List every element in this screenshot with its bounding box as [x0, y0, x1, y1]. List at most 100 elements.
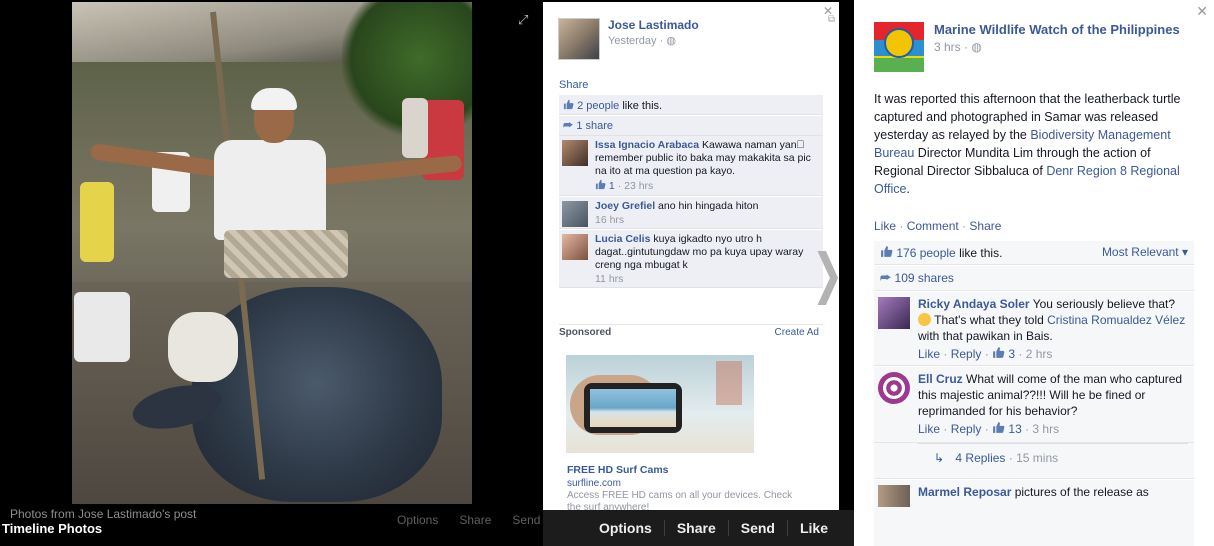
most-relevant-dropdown[interactable]: Most Relevant ▾ [1102, 245, 1188, 259]
comment-text: That's what they told [931, 313, 1048, 327]
send-button[interactable]: Send [727, 520, 787, 536]
likes-row: 176 people like this. Most Relevant ▾ [874, 241, 1194, 265]
fullscreen-icon[interactable]: ⤢ [518, 12, 532, 27]
dim-share[interactable]: Share [459, 513, 491, 527]
photo-child [402, 98, 428, 158]
avatar[interactable] [562, 234, 588, 260]
likes-count[interactable]: 2 people [577, 100, 619, 112]
likes-suffix: like this. [619, 100, 663, 112]
comment-item: Ell Cruz What will come of the man who c… [874, 367, 1194, 443]
comment-like-button[interactable]: Like [918, 422, 940, 436]
likes-count[interactable]: 176 people [896, 246, 955, 260]
comment-text: You seriously believe that? [1029, 297, 1176, 311]
separator-dot: · [899, 219, 904, 233]
popout-icon[interactable]: ⧉ [828, 14, 835, 25]
like-link[interactable]: Like [874, 219, 896, 233]
avatar[interactable] [558, 18, 600, 60]
separator-dot: · [962, 219, 967, 233]
options-button[interactable]: Options [587, 520, 664, 536]
share-link[interactable]: Share [559, 79, 588, 91]
ad-image[interactable] [566, 355, 754, 453]
comment-author[interactable]: Lucia Celis [595, 233, 650, 245]
thumbs-up-icon [595, 179, 606, 190]
dim-send[interactable]: Send [512, 513, 540, 527]
comment-like-count[interactable]: 13 [1008, 422, 1021, 436]
comment-time: · 2 hrs [1018, 347, 1053, 361]
dim-options[interactable]: Options [397, 513, 438, 527]
post-pane: ✕ Marine Wildlife Watch of the Philippin… [854, 0, 1214, 546]
avatar[interactable] [878, 297, 910, 329]
comment-author[interactable]: Joey Grefiel [595, 200, 655, 212]
page-name[interactable]: Marine Wildlife Watch of the Philippines [934, 22, 1180, 37]
avatar[interactable] [878, 372, 910, 404]
photo-album-caption[interactable]: Photos from Jose Lastimado's post [10, 507, 196, 521]
thumbs-up-icon [993, 347, 1005, 358]
avatar[interactable] [562, 201, 588, 227]
comment-like-count[interactable]: 1 [609, 180, 615, 192]
next-photo-chevron-icon[interactable]: ❯ [812, 247, 839, 301]
sponsored-header: Sponsored Create Ad [559, 324, 823, 338]
comment-reply-button[interactable]: Reply [951, 422, 982, 436]
comment-item: Issa Ignacio Arabaca Kawawa naman yan  r… [559, 136, 823, 196]
share-link[interactable]: Share [969, 219, 1001, 233]
turtle-photo[interactable] [72, 2, 472, 504]
ad-url[interactable]: surfline.com [567, 478, 621, 489]
photo-shorts [224, 230, 348, 278]
post-time-text: Yesterday · [608, 35, 664, 47]
avatar[interactable] [878, 485, 910, 507]
comment-like-button[interactable]: Like [918, 347, 940, 361]
post-text: . [906, 182, 910, 196]
likes-row: 2 people like this. [559, 95, 823, 115]
ad-title[interactable]: FREE HD Surf Cams [567, 464, 669, 476]
view-replies[interactable]: ↳ 4 Replies · 15 mins [874, 443, 1194, 479]
photo-child [74, 292, 130, 362]
comment-reply-button[interactable]: Reply [951, 347, 982, 361]
comment-like-count[interactable]: 3 [1008, 347, 1015, 361]
share-button[interactable]: Share [663, 520, 728, 536]
post-author[interactable]: Jose Lastimado [608, 18, 699, 32]
photo-cap [251, 88, 297, 110]
tagged-user[interactable]: Cristina Romualdez Vélez [1047, 313, 1185, 327]
facebook-photo-viewer: ⤢ Photos from Jose Lastimado's post Time… [0, 0, 1214, 546]
avatar[interactable] [562, 140, 588, 166]
post-time: Yesterday · ◍ [608, 34, 676, 47]
thumbs-up-icon [563, 99, 574, 110]
globe-icon: ◍ [666, 35, 676, 47]
comment-meta: Like · Reply · 3 · 2 hrs [918, 347, 1053, 361]
comment-author[interactable]: Marmel Reposar [918, 485, 1011, 499]
post-actions: Like · Comment · Share [874, 219, 1001, 233]
post-time-text: 3 hrs · [934, 40, 969, 54]
comment-author[interactable]: Issa Ignacio Arabaca [595, 139, 699, 151]
close-icon[interactable]: ✕ [1196, 3, 1208, 20]
comment-meta: 1 · 23 hrs [595, 179, 819, 193]
likes-suffix: like this. [955, 246, 1003, 260]
comment-author[interactable]: Ell Cruz [918, 372, 963, 386]
photo-sack [168, 312, 238, 382]
avatar[interactable] [874, 22, 924, 72]
shares-count[interactable]: 1 share [576, 120, 613, 132]
dim-actions: Options Share Send [397, 513, 540, 527]
comment-author[interactable]: Ricky Andaya Soler [918, 297, 1030, 311]
comment-time: 11 hrs [595, 273, 624, 285]
shares-count[interactable]: 109 shares [895, 271, 954, 285]
comment-meta: Like · Reply · 13 · 3 hrs [918, 422, 1060, 436]
thumbs-up-icon [993, 422, 1005, 433]
replies-time: · 15 mins [1008, 451, 1059, 465]
comment-time: · 3 hrs [1025, 422, 1060, 436]
like-button[interactable]: Like [786, 520, 840, 536]
replies-divider [918, 443, 1188, 444]
album-title[interactable]: Timeline Photos [2, 521, 102, 536]
comment-item: Lucia Celis kuya igkadto nyo utro h daga… [559, 230, 823, 288]
photo-child [80, 182, 114, 262]
photo-viewer: ⤢ Photos from Jose Lastimado's post Time… [0, 0, 854, 546]
comment-text: with that pawikan in Bais. [918, 329, 1053, 343]
smiley-icon [918, 313, 931, 326]
comment-link[interactable]: Comment [907, 219, 959, 233]
replies-count[interactable]: 4 Replies [955, 451, 1005, 465]
comment-text: pictures of the release as [1011, 485, 1149, 499]
reply-arrow-icon: ↳ [934, 451, 945, 465]
comment-text: ano hin hingada hiton [655, 200, 759, 212]
share-arrow-icon: ⮫ [880, 271, 892, 285]
comment-item: Joey Grefiel ano hin hingada hiton 16 hr… [559, 197, 823, 229]
create-ad-link[interactable]: Create Ad [775, 327, 819, 338]
